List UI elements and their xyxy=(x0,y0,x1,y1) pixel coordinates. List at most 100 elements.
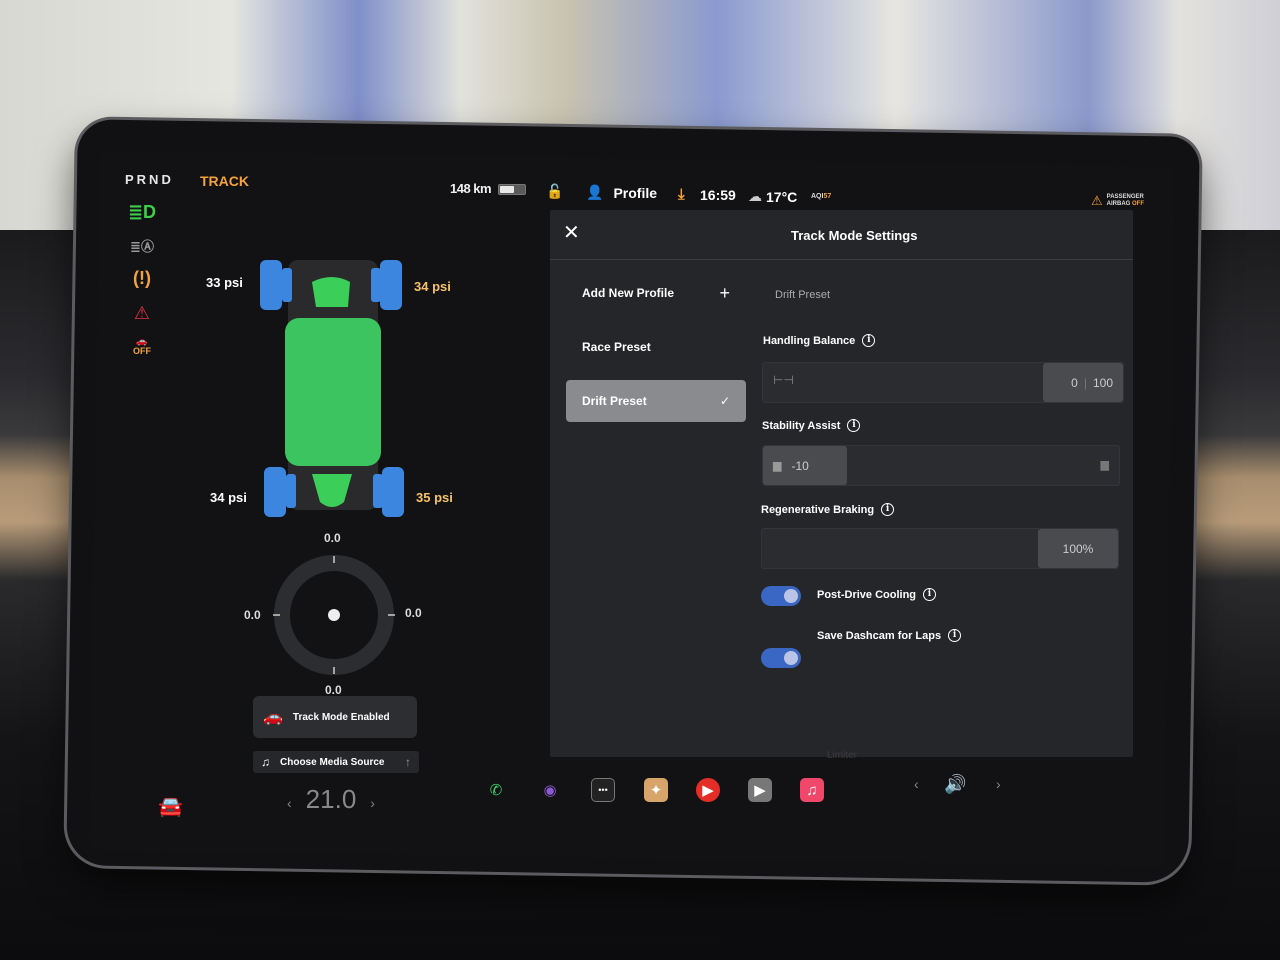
battery-level-fill xyxy=(500,186,515,193)
theater-icon[interactable]: ▶ xyxy=(748,778,772,802)
temperature-outside: 17°C xyxy=(766,188,798,205)
profile-item-label: Race Preset xyxy=(582,340,651,354)
front-balance-value: 0 xyxy=(1071,375,1078,390)
tire-rear-right xyxy=(382,467,404,517)
g-value-left: 0.0 xyxy=(244,608,261,622)
youtube-music-icon[interactable]: ▶ xyxy=(696,778,720,802)
info-icon[interactable]: i xyxy=(923,588,937,601)
setting-label-text: Regenerative Braking xyxy=(761,503,875,516)
stability-assist-label: Stability Assist i xyxy=(762,419,861,432)
toggle-knob xyxy=(784,589,798,603)
download-icon[interactable]: ⤓ xyxy=(678,186,685,203)
g-value-bottom: 0.0 xyxy=(325,683,342,697)
add-new-profile-button[interactable]: Add New Profile + xyxy=(566,272,746,314)
passenger-airbag-indicator: ⚠ PASSENGER AIRBAG OFF xyxy=(1091,193,1144,209)
temp-decrease-button[interactable]: ‹ xyxy=(287,795,292,811)
stability-assist-slider[interactable]: ▆ -10 ▆ xyxy=(762,445,1120,486)
battery-pack xyxy=(285,318,381,466)
tire-pressure-warning-icon: (!) xyxy=(133,268,151,288)
dock-next-button[interactable]: › xyxy=(996,776,1001,792)
setting-label-text: Handling Balance xyxy=(763,334,856,347)
temp-increase-button[interactable]: › xyxy=(370,795,375,811)
save-dashcam-label: Save Dashcam for Laps i xyxy=(817,629,962,642)
range-readout: 148 km xyxy=(450,181,492,196)
checkmark-icon: ✓ xyxy=(719,394,730,408)
airbag-line2: AIRBAG xyxy=(1106,201,1131,207)
wheel-front-left xyxy=(282,268,292,302)
profile-drift-preset[interactable]: Drift Preset ✓ xyxy=(566,380,746,422)
camera-icon[interactable]: ◉ xyxy=(538,778,562,802)
music-note-icon: ♫ xyxy=(261,755,270,769)
profile-item-label: Drift Preset xyxy=(582,394,647,408)
dock-prev-button[interactable]: ‹ xyxy=(914,776,919,792)
aqi-readout: AQI57 xyxy=(811,193,831,200)
track-mode-card[interactable]: 🚗 Track Mode Enabled xyxy=(253,696,417,738)
save-dashcam-toggle[interactable] xyxy=(761,648,801,668)
media-source-label: Choose Media Source xyxy=(280,756,385,768)
drive-mode-label: TRACK xyxy=(200,173,249,189)
airbag-line1: PASSENGER xyxy=(1106,194,1144,200)
info-icon[interactable]: i xyxy=(881,503,895,516)
cabin-temperature: 21.0 xyxy=(305,784,357,814)
airbag-icon: ⚠ xyxy=(1091,193,1103,208)
arrow-up-icon: ↑ xyxy=(405,755,411,769)
headlights-on-icon: ≣D xyxy=(127,202,157,222)
toybox-icon[interactable]: ✦ xyxy=(644,778,668,802)
toggle-knob xyxy=(784,651,798,665)
toggle-label-text: Post-Drive Cooling xyxy=(817,588,917,601)
gear-indicator[interactable]: PRND xyxy=(125,172,174,187)
handling-balance-knob[interactable]: 0 | 100 xyxy=(1043,363,1123,402)
regen-braking-slider[interactable]: 100% xyxy=(761,528,1119,569)
tire-pressure-front-left: 33 psi xyxy=(206,275,243,290)
info-icon[interactable]: i xyxy=(948,629,962,642)
profile-button[interactable]: 👤 Profile xyxy=(586,184,657,201)
clock: 16:59 xyxy=(700,187,736,203)
tire-front-left xyxy=(260,260,282,310)
apple-music-icon[interactable]: ♫ xyxy=(800,778,824,802)
track-mode-card-label: Track Mode Enabled xyxy=(292,711,390,723)
info-icon[interactable]: i xyxy=(847,419,861,432)
wheel-front-right xyxy=(371,268,381,302)
seatbelt-warning-icon: ⚠ xyxy=(133,303,151,323)
g-force-meter xyxy=(273,555,395,675)
axle-icon: ⊢⊣ xyxy=(773,373,794,387)
stability-assist-value: -10 xyxy=(791,458,809,473)
car-drift-icon: ▆ xyxy=(773,460,782,472)
car-chassis-visualization xyxy=(260,260,404,517)
close-button[interactable]: ✕ xyxy=(563,220,580,245)
car-controls-icon[interactable]: 🚘 xyxy=(158,794,183,819)
handling-balance-slider[interactable]: ⊢⊣ 0 | 100 xyxy=(762,362,1124,403)
phone-icon[interactable]: ✆ xyxy=(484,778,508,802)
tire-rear-left xyxy=(264,467,286,517)
regen-braking-value: 100% xyxy=(1062,541,1094,556)
tire-pressure-front-right: 34 psi xyxy=(414,279,451,294)
weather: ☁ 17°C xyxy=(748,188,797,205)
handling-balance-label: Handling Balance i xyxy=(763,334,876,347)
plus-icon: + xyxy=(719,282,730,303)
choose-media-source-button[interactable]: ♫ Choose Media Source ↑ xyxy=(253,751,419,773)
track-mode-warning-icon: 🚗 xyxy=(263,709,283,726)
g-value-top: 0.0 xyxy=(324,531,341,545)
climate-temperature-control: ‹ 21.0 › xyxy=(287,784,375,815)
toggle-label-text: Save Dashcam for Laps xyxy=(817,629,942,642)
regen-braking-knob[interactable]: 100% xyxy=(1038,529,1118,568)
tire-front-right xyxy=(380,260,402,310)
auto-high-beam-icon: ≣Ⓐ xyxy=(130,239,154,254)
profile-item-label: Add New Profile xyxy=(582,286,675,300)
cloud-icon: ☁ xyxy=(748,188,762,204)
stability-assist-knob[interactable]: ▆ -10 xyxy=(763,446,847,485)
rear-balance-value: 100 xyxy=(1092,375,1113,390)
unlock-icon[interactable]: 🔓 xyxy=(546,183,563,200)
info-icon[interactable]: i xyxy=(862,334,876,347)
traction-control-off-icon: 🚗 OFF xyxy=(133,336,151,356)
more-apps-icon[interactable]: ••• xyxy=(591,778,615,802)
tire-pressure-rear-left: 34 psi xyxy=(210,490,247,505)
profile-race-preset[interactable]: Race Preset xyxy=(566,326,746,368)
post-drive-cooling-toggle[interactable] xyxy=(761,586,801,606)
wheel-rear-left xyxy=(286,474,296,508)
g-value-right: 0.0 xyxy=(405,606,422,620)
underlying-limiter-text: Limiter xyxy=(827,750,858,761)
wheel-rear-right xyxy=(373,474,383,508)
volume-icon[interactable]: 🔊 xyxy=(944,774,966,795)
regen-braking-label: Regenerative Braking i xyxy=(761,503,895,516)
